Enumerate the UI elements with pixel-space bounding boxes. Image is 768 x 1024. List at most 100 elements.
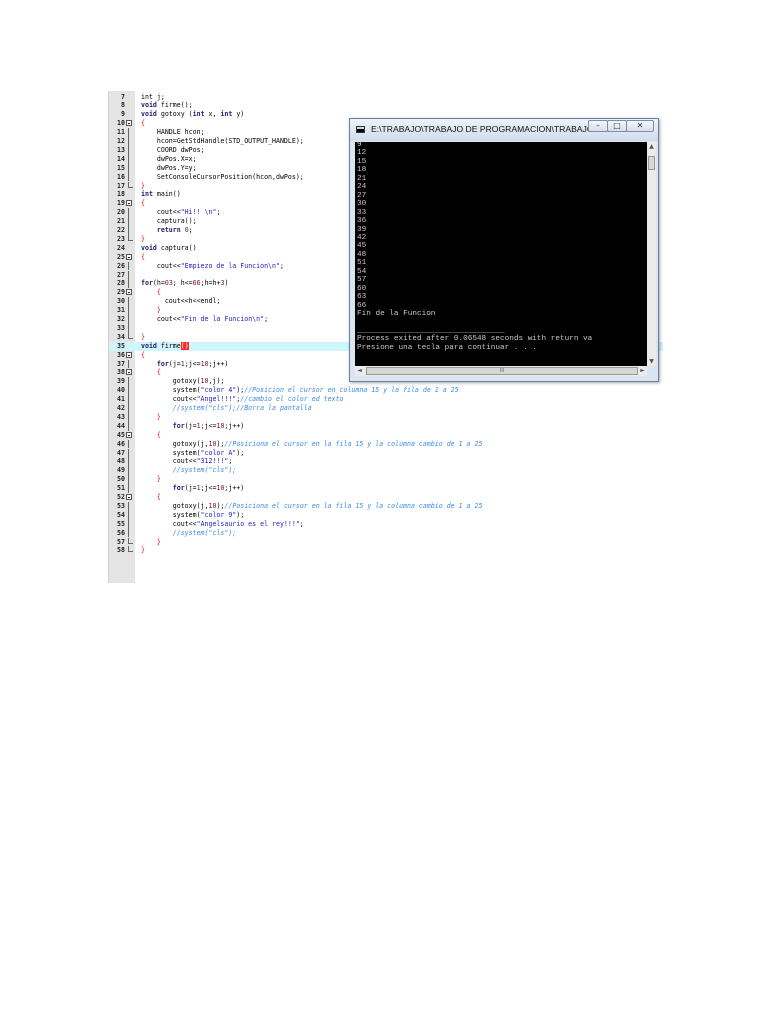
- fold-guide-line: [128, 154, 129, 164]
- fold-toggle-icon[interactable]: [126, 431, 132, 438]
- code-line[interactable]: 54 system("color 9");: [109, 510, 663, 520]
- console-line: 51: [357, 259, 367, 268]
- console-window[interactable]: E:\TRABAJO\TRABAJO DE PROGRAMACION\TRABA…: [349, 118, 659, 382]
- fold-toggle-icon[interactable]: [126, 120, 132, 127]
- code-text: for(j=1;j<=10;j++): [141, 421, 245, 431]
- code-token: void: [141, 341, 157, 350]
- line-number: 18: [117, 190, 125, 199]
- code-token: }: [141, 181, 145, 190]
- code-line[interactable]: 44 for(j=1;j<=10;j++): [109, 421, 663, 431]
- code-line[interactable]: 53 gotoxy(j,10);//Posiciona el cursor en…: [109, 501, 663, 511]
- code-line[interactable]: 8 void firme();: [109, 101, 663, 110]
- fold-toggle-icon[interactable]: [126, 351, 132, 358]
- code-token: ;: [279, 261, 284, 270]
- line-number: 15: [117, 163, 125, 172]
- line-number: 44: [117, 421, 125, 430]
- code-token: cout<<h<<endl;: [141, 297, 221, 306]
- code-token: (j=: [168, 359, 181, 368]
- code-token: dwPos.Y=y;: [141, 163, 197, 172]
- code-line[interactable]: 43 }: [109, 412, 663, 422]
- code-token: return: [141, 226, 181, 234]
- code-line[interactable]: 45 {: [109, 431, 663, 440]
- code-token: ;h=h+: [200, 279, 221, 288]
- line-number: 57: [117, 537, 125, 546]
- code-token: }: [156, 537, 161, 546]
- line-number: 14: [117, 154, 125, 163]
- code-text: int j;: [141, 93, 165, 102]
- console-output[interactable]: 9 12 15 18 21 24 27 30 33 36 39 42 45 48 51 54 57 60 63 66 F…: [355, 142, 647, 366]
- fold-toggle-icon[interactable]: [126, 200, 132, 207]
- vertical-scroll-thumb[interactable]: [648, 156, 655, 170]
- code-text: //system("cls");: [141, 466, 237, 475]
- horizontal-scrollbar[interactable]: ◄ III ►: [355, 366, 647, 376]
- code-token: );: [236, 510, 245, 519]
- fold-toggle-icon[interactable]: [126, 494, 132, 500]
- minimize-button[interactable]: –: [588, 120, 608, 132]
- console-line: 57: [357, 276, 367, 285]
- code-text: COORD dwPos;: [141, 146, 205, 155]
- line-number: 49: [117, 466, 125, 475]
- code-text: hcon=GetStdHandle(STD_OUTPUT_HANDLE);: [141, 137, 304, 146]
- horizontal-scroll-thumb[interactable]: III: [366, 367, 638, 375]
- code-token: ; h<=: [172, 279, 193, 288]
- code-line[interactable]: 7 int j;: [109, 93, 663, 102]
- fold-toggle-icon[interactable]: [126, 289, 132, 296]
- code-text: cout<<"Angel!!!";//cambio el color ed te…: [141, 395, 344, 404]
- line-number: 38: [117, 368, 125, 377]
- code-line[interactable]: 50 }: [109, 475, 663, 485]
- code-line[interactable]: 46 gotoxy(j,10);//Posiciona el cursor en…: [109, 439, 663, 449]
- code-line[interactable]: 42 //system("cls");//Borra la pantalla: [109, 404, 663, 413]
- maximize-button[interactable]: □: [607, 120, 627, 132]
- scroll-up-icon[interactable]: ▲: [647, 142, 656, 151]
- code-token: {: [141, 199, 145, 208]
- code-token: "Hi!! \n": [180, 208, 217, 217]
- scroll-right-icon[interactable]: ►: [638, 366, 647, 376]
- line-number: 31: [117, 306, 125, 315]
- code-token: }: [156, 475, 161, 484]
- code-token: 66: [192, 279, 201, 288]
- code-token: (j=: [184, 421, 197, 430]
- vertical-scrollbar[interactable]: ▲ ▼: [647, 142, 656, 366]
- console-line: Presione una tecla para continuar . . .: [357, 343, 537, 352]
- code-text: void firme(): [141, 341, 189, 351]
- code-token: //Posiciona el cursor en la fila 15 y la…: [224, 439, 483, 448]
- code-text: return 0;: [141, 226, 193, 235]
- fold-guide-line: [128, 466, 129, 476]
- code-token: firme: [156, 341, 181, 350]
- console-line: 63: [357, 293, 367, 302]
- code-line[interactable]: 52 {: [109, 493, 663, 502]
- code-token: gotoxy(j,: [141, 439, 209, 448]
- code-token: ,j);: [208, 377, 225, 386]
- code-line[interactable]: 56 //system("cls");: [109, 528, 663, 538]
- scroll-down-icon[interactable]: ▼: [647, 357, 656, 366]
- code-token: //cambio el color ed texto: [240, 395, 344, 404]
- console-titlebar[interactable]: E:\TRABAJO\TRABAJO DE PROGRAMACION\TRABA…: [350, 119, 658, 141]
- code-token: ;j++): [208, 359, 229, 368]
- code-token: 03: [164, 279, 173, 288]
- line-number: 56: [117, 528, 125, 537]
- code-line[interactable]: 40 system("color 4");//Posicion el curso…: [109, 386, 663, 396]
- code-text: system("color 4");//Posicion el cursor e…: [141, 386, 459, 395]
- code-line[interactable]: 47 system("color A");: [109, 448, 663, 458]
- code-line[interactable]: 55 cout<<"Angelsaurio es el rey!!!";: [109, 519, 663, 529]
- scroll-left-icon[interactable]: ◄: [355, 366, 364, 376]
- close-button[interactable]: ✕: [626, 120, 654, 132]
- line-number: 32: [117, 315, 125, 323]
- fold-toggle-icon[interactable]: [126, 369, 132, 376]
- code-text: cout<<"Fin de la Funcion\n";: [141, 315, 268, 324]
- line-number: 34: [117, 332, 125, 341]
- code-line[interactable]: 48 cout<<"312!!!";: [109, 457, 663, 467]
- code-line[interactable]: 57 }: [109, 537, 663, 547]
- code-line[interactable]: 49 //system("cls");: [109, 466, 663, 476]
- fold-toggle-icon[interactable]: [126, 253, 132, 260]
- code-token: system(: [141, 448, 201, 457]
- code-line[interactable]: 51 for(j=1;j<=10;j++): [109, 484, 663, 493]
- code-line[interactable]: 41 cout<<"Angel!!!";//cambio el color ed…: [109, 395, 663, 404]
- code-token: ;j++): [224, 421, 245, 430]
- code-line[interactable]: 58}: [109, 546, 663, 555]
- line-number: 51: [117, 484, 125, 493]
- code-text: }: [141, 413, 161, 422]
- code-token: ;j++): [224, 484, 245, 493]
- code-text: {: [141, 351, 145, 360]
- code-text: }: [141, 475, 161, 484]
